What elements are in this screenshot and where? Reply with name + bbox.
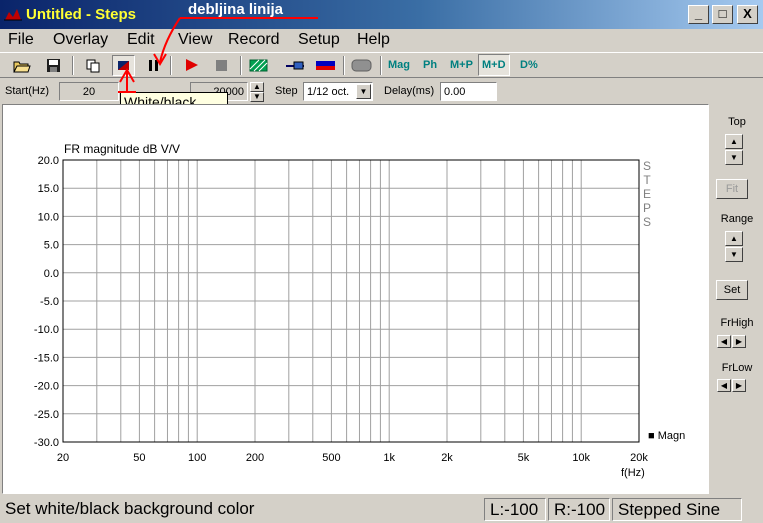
y-tick-label: -10.0 [34, 324, 59, 336]
chevron-down-icon[interactable]: ▼ [356, 84, 371, 99]
menu-help[interactable]: Help [357, 31, 390, 49]
x-tick-label: 10k [572, 452, 590, 464]
x-tick-label: 500 [322, 452, 340, 464]
y-tick-label: -30.0 [34, 437, 59, 449]
delay-field[interactable]: 0.00 [440, 82, 497, 101]
phase-button[interactable]: Ph [423, 59, 437, 71]
y-tick-label: -25.0 [34, 409, 59, 421]
close-button[interactable]: X [737, 5, 758, 24]
menu-view[interactable]: View [178, 31, 212, 49]
range-label: Range [720, 213, 754, 225]
annotation-text: debljina linija [188, 1, 284, 18]
set-button[interactable]: Set [716, 280, 748, 300]
menu-edit[interactable]: Edit [127, 31, 155, 49]
steps-watermark-letter: P [643, 201, 651, 215]
record-icon[interactable] [180, 55, 203, 76]
frlow-label: FrLow [721, 362, 753, 374]
steps-watermark-letter: S [643, 215, 651, 229]
y-tick-label: -5.0 [40, 296, 59, 308]
pattern-icon[interactable] [247, 55, 270, 76]
range-down-arrow-icon[interactable]: ▼ [725, 247, 743, 262]
x-tick-label: 50 [133, 452, 145, 464]
maximize-button[interactable]: □ [712, 5, 733, 24]
plot-area[interactable]: FR magnitude dB V/V 20.0 15.0 10.0 5.0 0.0 -5.… [2, 104, 709, 494]
menu-file[interactable]: File [8, 31, 34, 49]
color-bar-icon[interactable] [314, 55, 337, 76]
frlow-right-arrow-icon[interactable]: ▶ [732, 379, 746, 392]
stop-down-arrow-icon[interactable]: ▼ [250, 92, 264, 102]
gray-button-icon[interactable] [350, 55, 373, 76]
x-tick-label: 200 [246, 452, 264, 464]
menu-setup[interactable]: Setup [298, 31, 340, 49]
menu-overlay[interactable]: Overlay [53, 31, 108, 49]
y-tick-label: -15.0 [34, 352, 59, 364]
frhigh-left-arrow-icon[interactable]: ◀ [717, 335, 731, 348]
step-select-value: 1/12 oct. [307, 86, 350, 98]
menu-bar: File Overlay Edit View Record Setup Help [0, 29, 763, 51]
x-tick-label: 20k [630, 452, 648, 464]
app-icon [4, 9, 22, 21]
line-width-icon[interactable] [142, 55, 165, 76]
y-tick-label: 20.0 [38, 155, 59, 167]
frhigh-label: FrHigh [720, 317, 754, 329]
x-tick-label: 5k [518, 452, 530, 464]
steps-watermark-letter: T [643, 173, 651, 187]
x-tick-label: 20 [57, 452, 69, 464]
distortion-button[interactable]: D% [520, 59, 538, 71]
status-message: Set white/black background color [5, 499, 255, 518]
step-label: Step [275, 85, 298, 97]
copy-icon[interactable] [82, 55, 105, 76]
mag-button[interactable]: Mag [388, 59, 410, 71]
y-tick-label: 15.0 [38, 183, 59, 195]
y-tick-label: 10.0 [38, 211, 59, 223]
mag-delay-label: M+D [482, 59, 506, 71]
window-title: Untitled - Steps [26, 6, 137, 23]
menu-record[interactable]: Record [228, 31, 280, 49]
toolbar: Mag Ph M+P M+D D% [0, 52, 763, 78]
step-select[interactable]: 1/12 oct. ▼ [303, 82, 373, 101]
start-label: Start(Hz) [5, 85, 49, 97]
stop-up-arrow-icon[interactable]: ▲ [250, 82, 264, 92]
x-tick-label: 100 [188, 452, 206, 464]
frlow-left-arrow-icon[interactable]: ◀ [717, 379, 731, 392]
top-down-arrow-icon[interactable]: ▼ [725, 150, 743, 165]
stop-icon[interactable] [210, 55, 233, 76]
parameter-row: Start(Hz) 20 20000 ▲ ▼ Step 1/12 oct. ▼ … [0, 79, 763, 103]
frhigh-right-arrow-icon[interactable]: ▶ [732, 335, 746, 348]
right-panel: Top ▲ ▼ Fit Range ▲ ▼ Set FrHigh ◀ ▶ FrL… [711, 104, 763, 494]
status-bar: Set white/black background color L:-100 … [0, 496, 763, 523]
fr-chart: FR magnitude dB V/V 20.0 15.0 10.0 5.0 0.0 -5.… [34, 142, 685, 479]
probe-icon[interactable] [284, 55, 307, 76]
top-up-arrow-icon[interactable]: ▲ [725, 134, 743, 149]
title-bar: Untitled - Steps debljina linija _ □ X [0, 0, 763, 29]
x-axis-label: f(Hz) [621, 467, 645, 479]
x-tick-label: 1k [383, 452, 395, 464]
mag-delay-button[interactable]: M+D [478, 54, 510, 76]
white-black-icon[interactable] [112, 55, 135, 76]
delay-label: Delay(ms) [384, 85, 435, 97]
status-mode: Stepped Sine [612, 498, 742, 521]
status-left-level: L:-100 [484, 498, 546, 521]
y-tick-label: 0.0 [44, 268, 59, 280]
mag-phase-button[interactable]: M+P [450, 59, 473, 71]
status-right-level: R:-100 [548, 498, 610, 521]
legend-magn: ■ Magn [648, 430, 685, 442]
range-up-arrow-icon[interactable]: ▲ [725, 231, 743, 246]
steps-watermark-letter: E [643, 187, 651, 201]
top-label: Top [728, 116, 746, 128]
minimize-button[interactable]: _ [688, 5, 709, 24]
fit-button[interactable]: Fit [716, 179, 748, 199]
x-tick-label: 2k [441, 452, 453, 464]
start-field[interactable]: 20 [59, 82, 119, 101]
steps-watermark-letter: S [643, 159, 651, 173]
chart-title: FR magnitude dB V/V [64, 142, 180, 156]
y-tick-label: 5.0 [44, 240, 59, 252]
open-icon[interactable] [10, 55, 33, 76]
save-icon[interactable] [42, 55, 65, 76]
y-tick-label: -20.0 [34, 381, 59, 393]
